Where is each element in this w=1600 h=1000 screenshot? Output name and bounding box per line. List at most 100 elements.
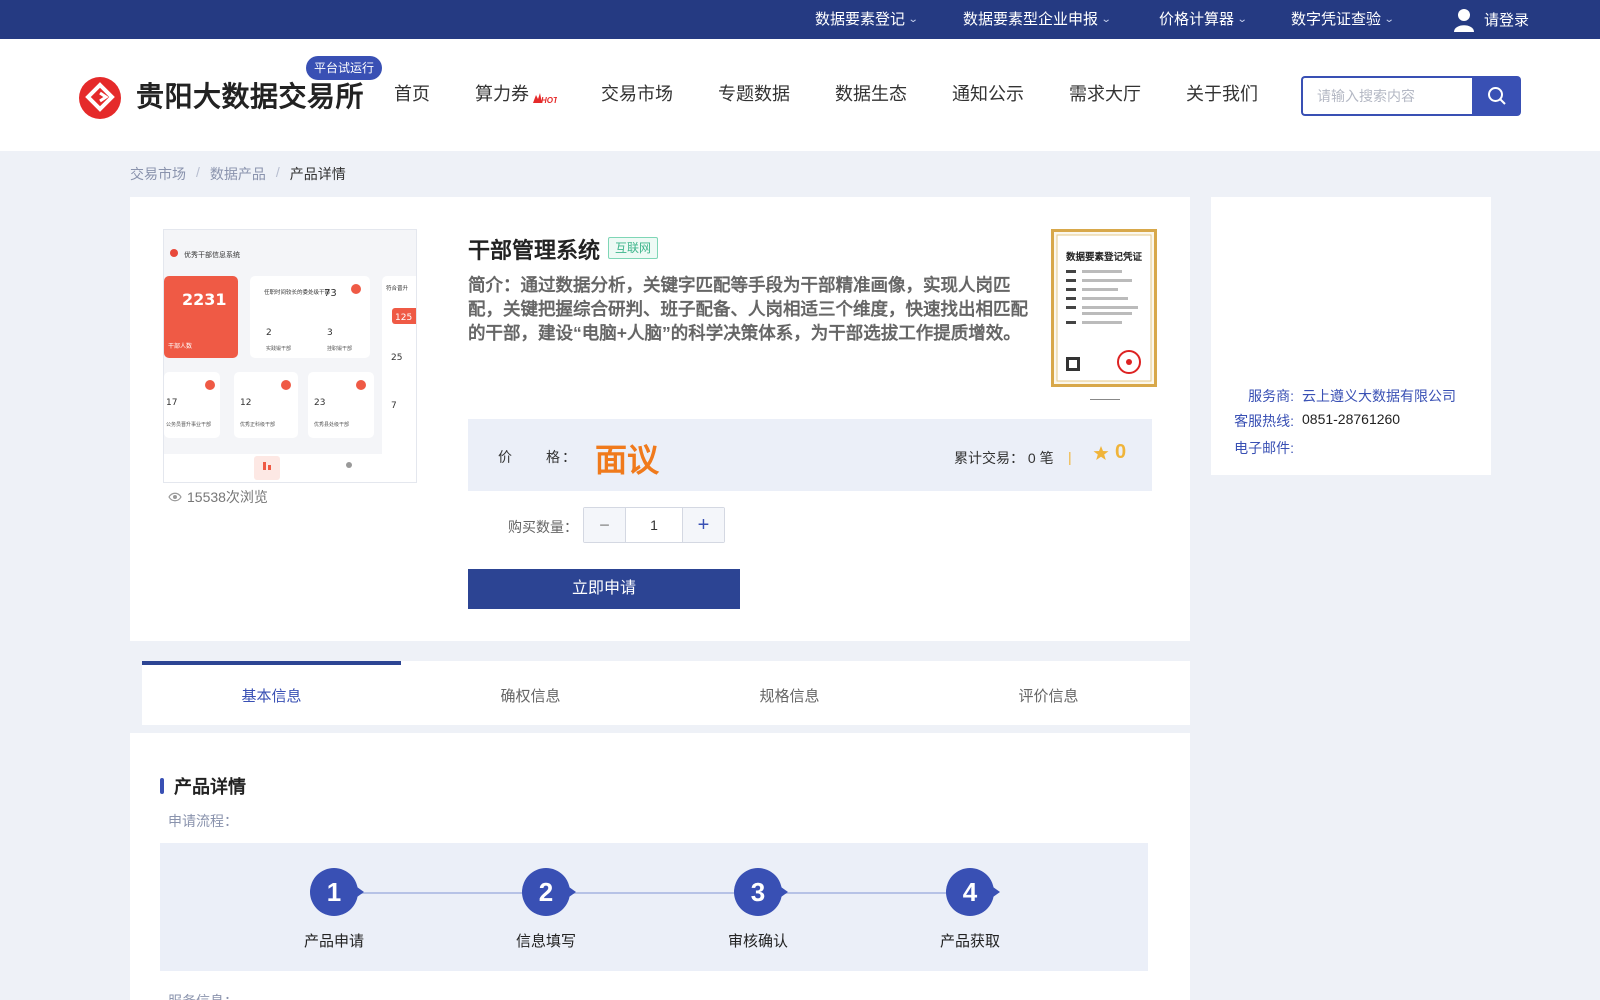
price-label: 价 格： [498,449,578,465]
login-label: 请登录 [1484,12,1530,29]
price-value: 面议 [595,442,660,478]
nav-about-us[interactable]: 关于我们 [1186,77,1258,111]
certificate-preview: 数据要素登记凭证 [1056,234,1152,382]
flow-connector-line [330,892,968,894]
thumb-row-label: 优秀正科级干部 [240,421,275,428]
site-logo-text[interactable]: 贵阳大数据交易所 [136,75,364,115]
chevron-down-icon: ⌄ [1100,14,1112,25]
star-icon [1093,445,1109,460]
detail-tabs: 基本信息 确权信息 规格信息 评价信息 [142,661,1190,725]
step-2-label: 信息填写 [515,933,576,950]
step-1-label: 产品申请 [303,933,364,950]
step-3-label: 审核确认 [727,933,788,950]
search-button[interactable] [1472,76,1521,116]
thumb-card-a-title: 任职时间较长的委处级干部 [264,288,331,296]
title-accent-bar [160,778,164,794]
category-tag: 互联网 [608,237,659,259]
provider-service-link[interactable]: 云上遵义大数据有限公司 [1302,386,1456,406]
step-3-circle: 3 [734,868,788,916]
eye-icon [168,492,182,502]
view-count: 15538次浏览 [168,487,268,507]
breadcrumb-trading-market[interactable]: 交易市场 [130,164,186,184]
site-header: 贵阳大数据交易所 平台试运行 首页 算力券 HOT 交易市场 专题数据 数据生态… [0,39,1600,151]
thumb-side-num1: 25 [391,353,402,363]
price-panel: 价 格： 面议 累计交易： 0 笔 | 0 [468,419,1152,491]
search-input[interactable] [1301,76,1472,116]
thumb-card-b-label2: 挂职锻干部 [327,345,352,352]
thumb-side-num2: 7 [391,401,397,411]
provider-email-row: 电子邮件: [1229,438,1302,458]
topbar-price-calculator[interactable]: 价格计算器 ⌄ [1159,0,1248,39]
chevron-down-icon: ⌄ [907,14,919,25]
nav-data-ecosystem[interactable]: 数据生态 [835,77,907,111]
rating: 0 [1093,441,1126,464]
quantity-input[interactable]: 1 [625,508,683,542]
product-thumbnail[interactable]: 优秀干部信息系统 2231 干部人数 任职时间较长的委处级干部 7 3 2 实践锻… [163,229,417,483]
breadcrumb-separator: / [196,164,200,180]
breadcrumb: 交易市场 / 数据产品 / 产品详情 [130,164,346,184]
topbar-item-label: 数字凭证查验 [1291,11,1382,28]
chevron-down-icon: ⌄ [1383,14,1395,25]
provider-service-key: 服务商: [1248,388,1294,404]
nav-demand-hall[interactable]: 需求大厅 [1069,77,1141,111]
user-icon [1454,8,1474,32]
view-count-text: 15538次浏览 [187,489,268,505]
nav-compute-voucher[interactable]: 算力券 [475,77,529,111]
thumb-big-number: 2231 [182,290,227,309]
top-utility-bar: 数据要素登记 ⌄ 数据要素型企业申报 ⌄ 价格计算器 ⌄ 数字凭证查验 ⌄ 请登… [0,0,1600,39]
tab-basic-info[interactable]: 基本信息 [142,685,401,706]
quantity-increase-button[interactable]: + [683,508,724,542]
thumb-side-title: 符合晋升 [386,284,409,292]
tab-review-info[interactable]: 评价信息 [919,685,1178,706]
provider-email-key: 电子邮件: [1234,440,1294,456]
thumb-row-label: 优秀县处级干部 [314,421,349,428]
nav-notices[interactable]: 通知公示 [952,77,1024,111]
apply-now-button[interactable]: 立即申请 [468,569,740,609]
thumb-card-b-num2: 3 [327,328,333,338]
trial-badge: 平台试运行 [306,56,383,80]
breadcrumb-current: 产品详情 [289,166,346,182]
product-title: 干部管理系统 [468,238,601,263]
thumb-row-value: 12 [240,398,251,408]
plus-icon: + [697,513,710,536]
login-link[interactable]: 请登录 [1454,0,1529,39]
hot-icon: HOT [533,93,557,105]
minus-icon: − [599,514,610,535]
section-title: 产品详情 [160,773,246,799]
thumb-card-b-label1: 实践锻干部 [266,345,291,352]
product-detail-section: 产品详情 申请流程： 1 产品申请 2 信息填写 3 审核确认 4 产品获取 服… [130,733,1190,1000]
product-card: 优秀干部信息系统 2231 干部人数 任职时间较长的委处级干部 7 3 2 实践锻… [130,197,1190,641]
topbar-item-label: 价格计算器 [1159,11,1235,28]
logo-icon[interactable] [79,77,121,119]
hot-badge-text: HOT [541,96,557,105]
registration-certificate-image[interactable]: 数据要素登记凭证 [1051,229,1157,387]
topbar-data-registration[interactable]: 数据要素登记 ⌄ [815,0,919,39]
tab-spec-info[interactable]: 规格信息 [660,685,919,706]
quantity-label: 购买数量： [508,519,578,535]
rating-value: 0 [1115,441,1127,463]
tab-ownership-info[interactable]: 确权信息 [401,685,660,706]
quantity-stepper: − 1 + [583,507,725,543]
quantity-decrease-button[interactable]: − [584,508,625,542]
flow-label: 申请流程： [168,813,238,829]
application-flow: 1 产品申请 2 信息填写 3 审核确认 4 产品获取 [160,843,1148,971]
service-info-label: 服务信息： [168,991,238,1000]
section-title-text: 产品详情 [174,777,246,797]
search-icon [1487,87,1506,105]
trade-value: 0 笔 [1027,450,1054,466]
chevron-down-icon: ⌄ [1236,14,1248,25]
nav-topic-data[interactable]: 专题数据 [718,77,790,111]
thumb-card-b-num1: 2 [266,328,272,338]
breadcrumb-data-products[interactable]: 数据产品 [210,164,266,184]
nav-home[interactable]: 首页 [394,77,430,111]
topbar-enterprise-declaration[interactable]: 数据要素型企业申报 ⌄ [963,0,1112,39]
nav-trading-market[interactable]: 交易市场 [601,77,673,111]
breadcrumb-separator: / [275,164,280,180]
step-4-label: 产品获取 [939,933,1000,950]
topbar-certificate-verify[interactable]: 数字凭证查验 ⌄ [1291,0,1395,39]
divider: | [1068,449,1072,465]
thumb-row-value: 17 [166,398,177,408]
thumb-big-label: 干部人数 [168,342,192,350]
provider-hotline-value: 0851-28761260 [1302,411,1401,427]
thumb-title: 优秀干部信息系统 [184,250,240,259]
